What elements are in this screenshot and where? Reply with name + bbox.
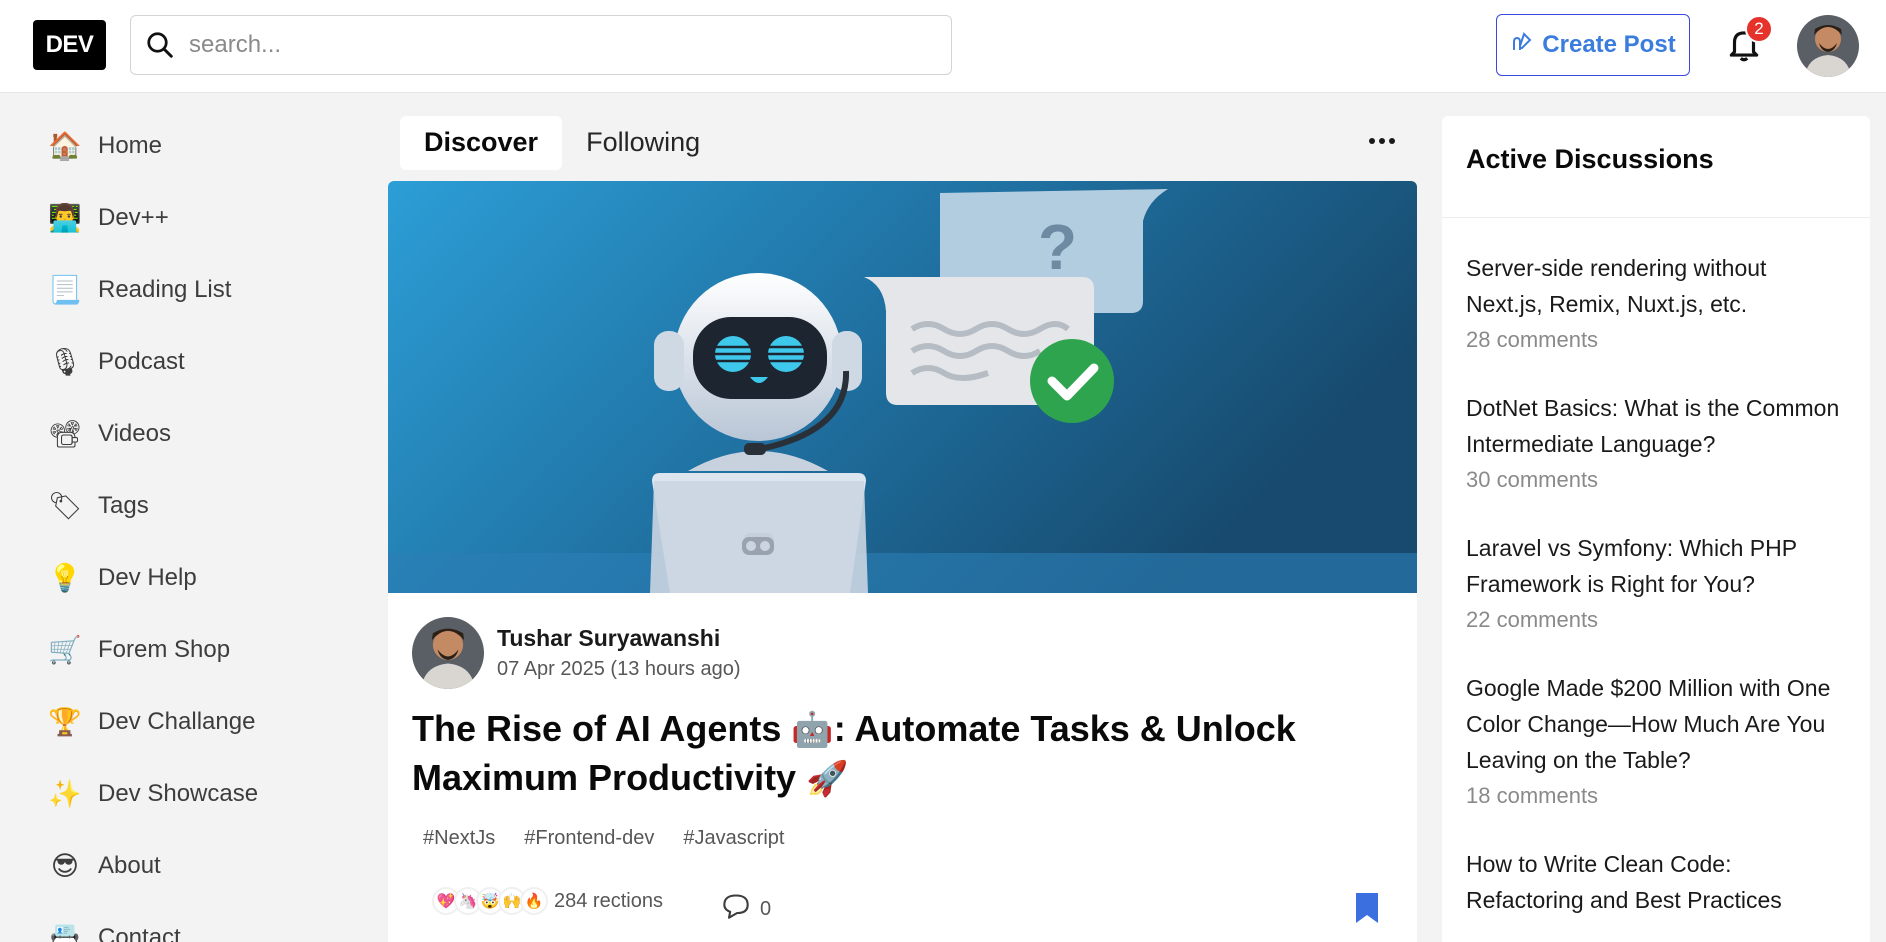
robot-icon: 🤖 [791,710,834,750]
svg-text:?: ? [1038,211,1077,283]
sidebar-item-dev-challange[interactable]: 🏆 Dev Challange [30,686,360,758]
house-icon: 🏠 [48,131,82,162]
sidebar-item-label: Reading List [98,276,232,303]
feed-tabs: Discover Following [400,115,724,170]
more-options-icon[interactable] [1362,126,1402,156]
reading-list-icon: 📃 [48,275,82,306]
title-text: The Rise of AI Agents [412,708,792,749]
sidebar-item-label: Podcast [98,348,185,375]
trophy-icon: 🏆 [48,707,82,738]
tag-icon: 🏷 [48,491,83,522]
user-avatar[interactable] [1797,15,1859,77]
reaction-icons: 💖 🦄 🤯 🙌 🔥 [432,887,548,915]
sidebar-item-label: Home [98,132,163,159]
contact-icon: 📇 [48,923,82,942]
sidebar-item-label: Dev Challange [98,708,256,735]
post-tags: #NextJs #Frontend-dev #Javascript [412,823,796,854]
search-input[interactable] [189,31,929,59]
discussion-comments: 28 comments [1466,327,1599,352]
post-date: 07 Apr 2025 (13 hours ago) [497,658,741,680]
lightbulb-icon: 💡 [48,563,82,594]
discussion-comments: 30 comments [1466,467,1599,492]
author-name[interactable]: Tushar Suryawanshi [497,625,741,652]
sidebar-item-forem-shop[interactable]: 🛒 Forem Shop [30,614,360,686]
tag-link[interactable]: #NextJs [412,823,507,854]
author-avatar[interactable] [412,617,484,689]
sunglasses-icon: 😎 [50,850,80,882]
bookmark-icon[interactable] [1354,891,1380,925]
microphone-icon: 🎙 [48,347,83,378]
discussion-item[interactable]: DotNet Basics: What is the Common Interm… [1466,390,1846,498]
sidebar-item-label: Contact [98,924,181,942]
post-cover-image[interactable]: ? [388,181,1417,593]
create-post-label: Create Post [1542,31,1676,58]
rocket-icon: 🚀 [806,759,849,799]
film-camera-icon: 📽 [48,419,83,450]
post-title[interactable]: The Rise of AI Agents 🤖: Automate Tasks … [412,705,1392,803]
comment-icon [722,893,750,925]
sidebar-item-label: Forem Shop [98,636,231,663]
sidebar-item-label: Tags [98,492,149,519]
post-card[interactable]: ? Tushar Suryawanshi 07 Apr 2025 (13 hou… [388,181,1417,942]
sidebar-item-label: Dev Help [98,564,197,591]
discussion-item[interactable]: Server-side rendering without Next.js, R… [1466,250,1846,358]
discussion-title[interactable]: How to Write Clean Code: Refactoring and… [1466,846,1846,918]
dev-logo[interactable]: DEV [33,20,106,70]
sidebar-item-videos[interactable]: 📽 Videos [30,398,360,470]
sidebar-item-about[interactable]: 😎 About [30,830,360,902]
shopping-cart-icon: 🛒 [48,635,82,666]
sidebar-item-contact[interactable]: 📇 Contact [30,902,360,942]
sidebar-item-home[interactable]: 🏠 Home [30,110,360,182]
discussion-comments: 18 comments [1466,783,1599,808]
panel-heading: Active Discussions [1442,116,1870,218]
tab-following[interactable]: Following [562,116,724,170]
sidebar-item-dev-help[interactable]: 💡 Dev Help [30,542,360,614]
tag-link[interactable]: #Javascript [672,823,796,854]
sidebar-item-label: Dev++ [98,204,169,231]
sparkles-icon: ✨ [48,779,82,810]
sidebar-item-label: About [98,852,161,879]
notification-badge: 2 [1745,15,1773,43]
post-author[interactable]: Tushar Suryawanshi 07 Apr 2025 (13 hours… [412,617,741,689]
search-bar[interactable] [130,15,952,75]
sidebar-item-devplusplus[interactable]: 👨‍💻 Dev++ [30,182,360,254]
discussion-item[interactable]: Laravel vs Symfony: Which PHP Framework … [1466,530,1846,638]
discussion-title[interactable]: Laravel vs Symfony: Which PHP Framework … [1466,530,1846,602]
discussion-comments: 22 comments [1466,607,1599,632]
developer-icon: 👨‍💻 [48,203,82,234]
sidebar-item-label: Dev Showcase [98,780,259,807]
discussion-item[interactable]: How to Write Clean Code: Refactoring and… [1466,846,1846,918]
reactions-button[interactable]: 💖 🦄 🤯 🙌 🔥 284 rections [432,887,663,915]
sidebar-item-tags[interactable]: 🏷 Tags [30,470,360,542]
sidebar-item-label: Videos [98,420,171,447]
discussion-title[interactable]: Google Made $200 Million with One Color … [1466,670,1846,778]
comments-button[interactable]: 0 [722,893,771,925]
comments-count: 0 [760,897,772,920]
discussion-title[interactable]: DotNet Basics: What is the Common Interm… [1466,390,1846,462]
discussion-item[interactable]: Google Made $200 Million with One Color … [1466,670,1846,814]
search-icon [131,30,189,60]
sidebar-item-reading-list[interactable]: 📃 Reading List [30,254,360,326]
sidebar-item-podcast[interactable]: 🎙 Podcast [30,326,360,398]
discussion-title[interactable]: Server-side rendering without Next.js, R… [1466,250,1846,322]
reactions-count: 284 rections [554,889,663,912]
top-header: DEV Create Post 2 [0,0,1886,93]
sidebar-nav: 🏠 Home 👨‍💻 Dev++ 📃 Reading List 🎙 Podcast 📽 V… [30,110,360,942]
pen-icon [1510,30,1534,61]
tab-discover[interactable]: Discover [400,115,563,170]
fire-icon: 🔥 [520,887,548,915]
create-post-button[interactable]: Create Post [1496,14,1690,76]
tag-link[interactable]: #Frontend-dev [513,823,666,854]
active-discussions-panel: Active Discussions Server-side rendering… [1442,116,1870,942]
sidebar-item-dev-showcase[interactable]: ✨ Dev Showcase [30,758,360,830]
